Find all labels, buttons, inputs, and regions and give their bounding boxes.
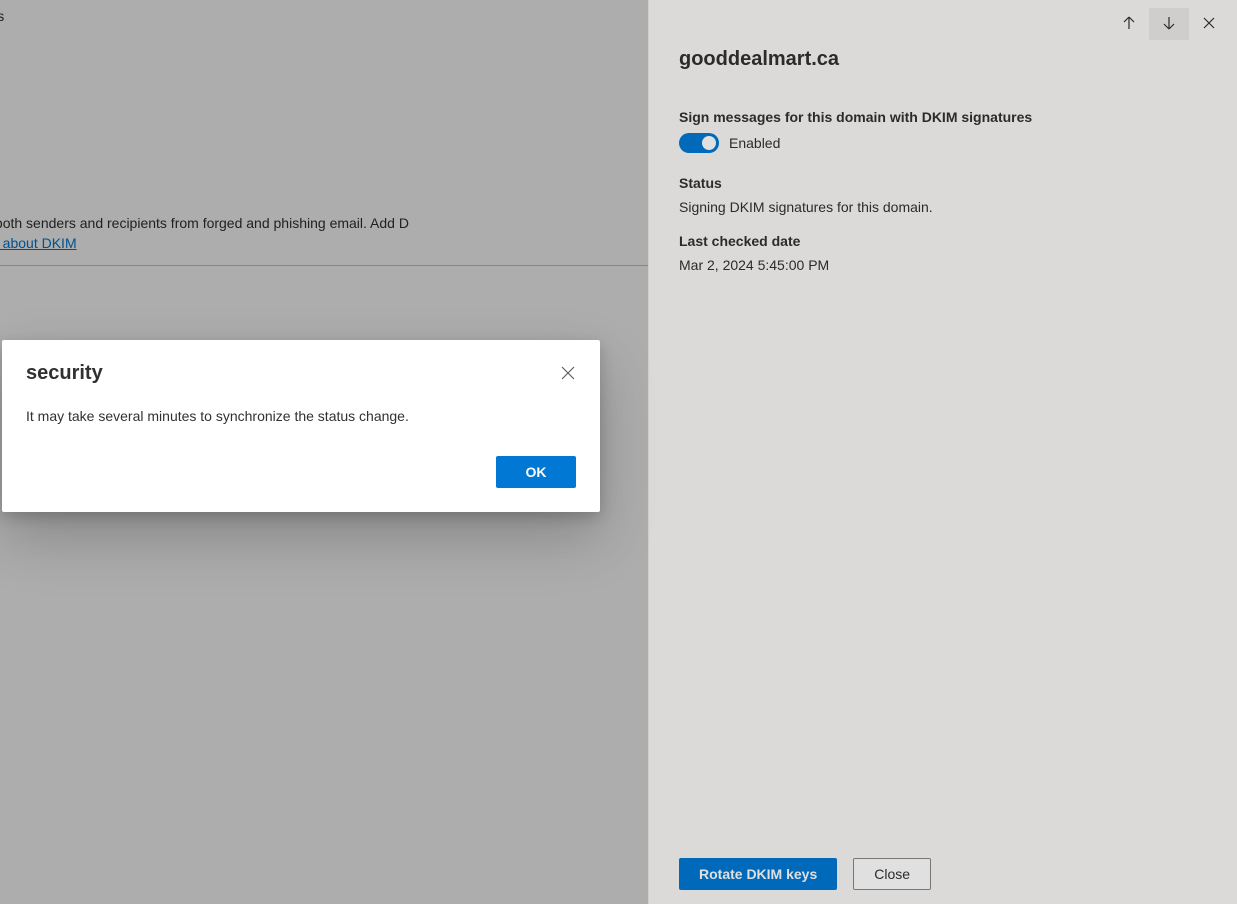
dkim-sign-label: Sign messages for this domain with DKIM … <box>679 109 1205 125</box>
modal-title: security <box>26 362 103 385</box>
previous-button[interactable] <box>1109 8 1149 40</box>
modal-close-button[interactable] <box>552 358 584 390</box>
status-value: Signing DKIM signatures for this domain. <box>679 199 1205 215</box>
close-icon <box>561 366 575 383</box>
close-button[interactable]: Close <box>853 858 931 890</box>
toggle-knob <box>702 136 716 150</box>
last-checked-label: Last checked date <box>679 233 1205 249</box>
section-description: cation process that can help protect bot… <box>0 214 670 253</box>
next-button[interactable] <box>1149 8 1189 40</box>
panel-close-button[interactable] <box>1189 8 1229 40</box>
status-block: Status Signing DKIM signatures for this … <box>679 175 1205 215</box>
close-icon <box>1201 15 1217 34</box>
modal-footer: OK <box>26 456 576 488</box>
section-header: Mail (DKIM) <box>0 164 648 196</box>
side-panel: gooddealmart.ca Sign messages for this d… <box>648 0 1237 904</box>
arrow-down-icon <box>1161 15 1177 34</box>
panel-header-actions <box>1109 8 1229 40</box>
dkim-toggle[interactable] <box>679 133 719 153</box>
security-modal: security It may take several minutes to … <box>2 340 600 512</box>
status-label: Status <box>679 175 1205 191</box>
breadcrumb-text: ntication settings <box>0 8 4 24</box>
panel-title: gooddealmart.ca <box>679 48 1205 71</box>
rotate-dkim-keys-button[interactable]: Rotate DKIM keys <box>679 858 837 890</box>
last-checked-value: Mar 2, 2024 5:45:00 PM <box>679 257 1205 273</box>
last-checked-block: Last checked date Mar 2, 2024 5:45:00 PM <box>679 233 1205 273</box>
dkim-toggle-state: Enabled <box>729 135 780 151</box>
arrow-up-icon <box>1121 15 1137 34</box>
modal-ok-button[interactable]: OK <box>496 456 576 488</box>
page-title: settings <box>0 72 648 104</box>
panel-footer: Rotate DKIM keys Close <box>679 858 931 890</box>
breadcrumb: ntication settings <box>0 0 648 32</box>
modal-body: It may take several minutes to synchroni… <box>26 408 576 424</box>
modal-header: security <box>26 362 576 390</box>
dkim-toggle-row: Enabled <box>679 133 1205 153</box>
panel-body: gooddealmart.ca Sign messages for this d… <box>649 0 1237 273</box>
description-fragment: cation process that can help protect bot… <box>0 215 409 231</box>
learn-more-link[interactable]: Learn more about DKIM <box>0 235 77 251</box>
